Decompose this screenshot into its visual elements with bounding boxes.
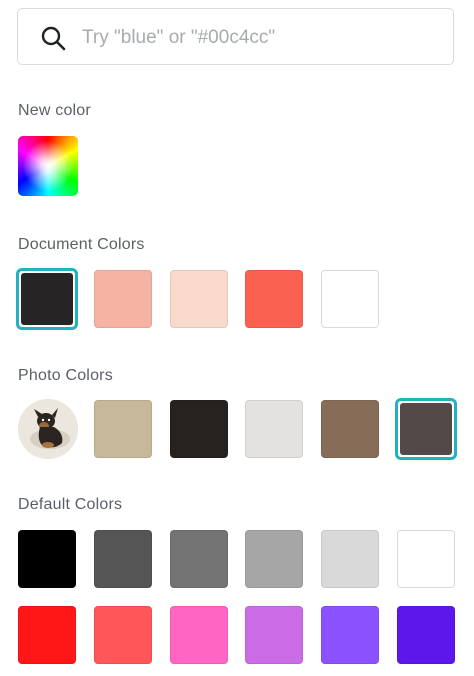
document-color-swatch[interactable] (170, 270, 228, 328)
search-input[interactable] (80, 19, 444, 57)
default-colors-label: Default Colors (18, 496, 123, 513)
default-color-swatch[interactable] (397, 606, 455, 664)
default-color-swatch[interactable] (245, 606, 303, 664)
default-color-swatch[interactable] (321, 606, 379, 664)
document-color-swatch[interactable] (94, 270, 152, 328)
default-color-swatch[interactable] (397, 530, 455, 588)
search-icon (41, 26, 66, 51)
default-color-swatch[interactable] (170, 530, 228, 588)
dog-photo-image (18, 399, 78, 459)
default-color-swatch[interactable] (18, 530, 76, 588)
default-color-swatch[interactable] (170, 606, 228, 664)
document-color-swatch[interactable] (16, 268, 78, 330)
default-color-swatch[interactable] (94, 530, 152, 588)
default-color-swatch[interactable] (18, 606, 76, 664)
default-color-swatch[interactable] (94, 606, 152, 664)
new-color-picker-button[interactable] (18, 136, 78, 196)
document-color-swatch[interactable] (245, 270, 303, 328)
color-search-box[interactable] (17, 8, 454, 65)
photo-color-swatch[interactable] (395, 398, 457, 460)
photo-thumbnail[interactable] (18, 399, 78, 459)
new-color-label: New color (18, 102, 91, 119)
photo-color-swatch[interactable] (245, 400, 303, 458)
default-color-swatch[interactable] (245, 530, 303, 588)
document-colors-label: Document Colors (18, 236, 145, 253)
photo-color-swatch[interactable] (94, 400, 152, 458)
default-color-swatch[interactable] (321, 530, 379, 588)
document-color-swatch[interactable] (321, 270, 379, 328)
photo-colors-label: Photo Colors (18, 367, 113, 384)
photo-color-swatch[interactable] (321, 400, 379, 458)
photo-color-swatch[interactable] (170, 400, 228, 458)
